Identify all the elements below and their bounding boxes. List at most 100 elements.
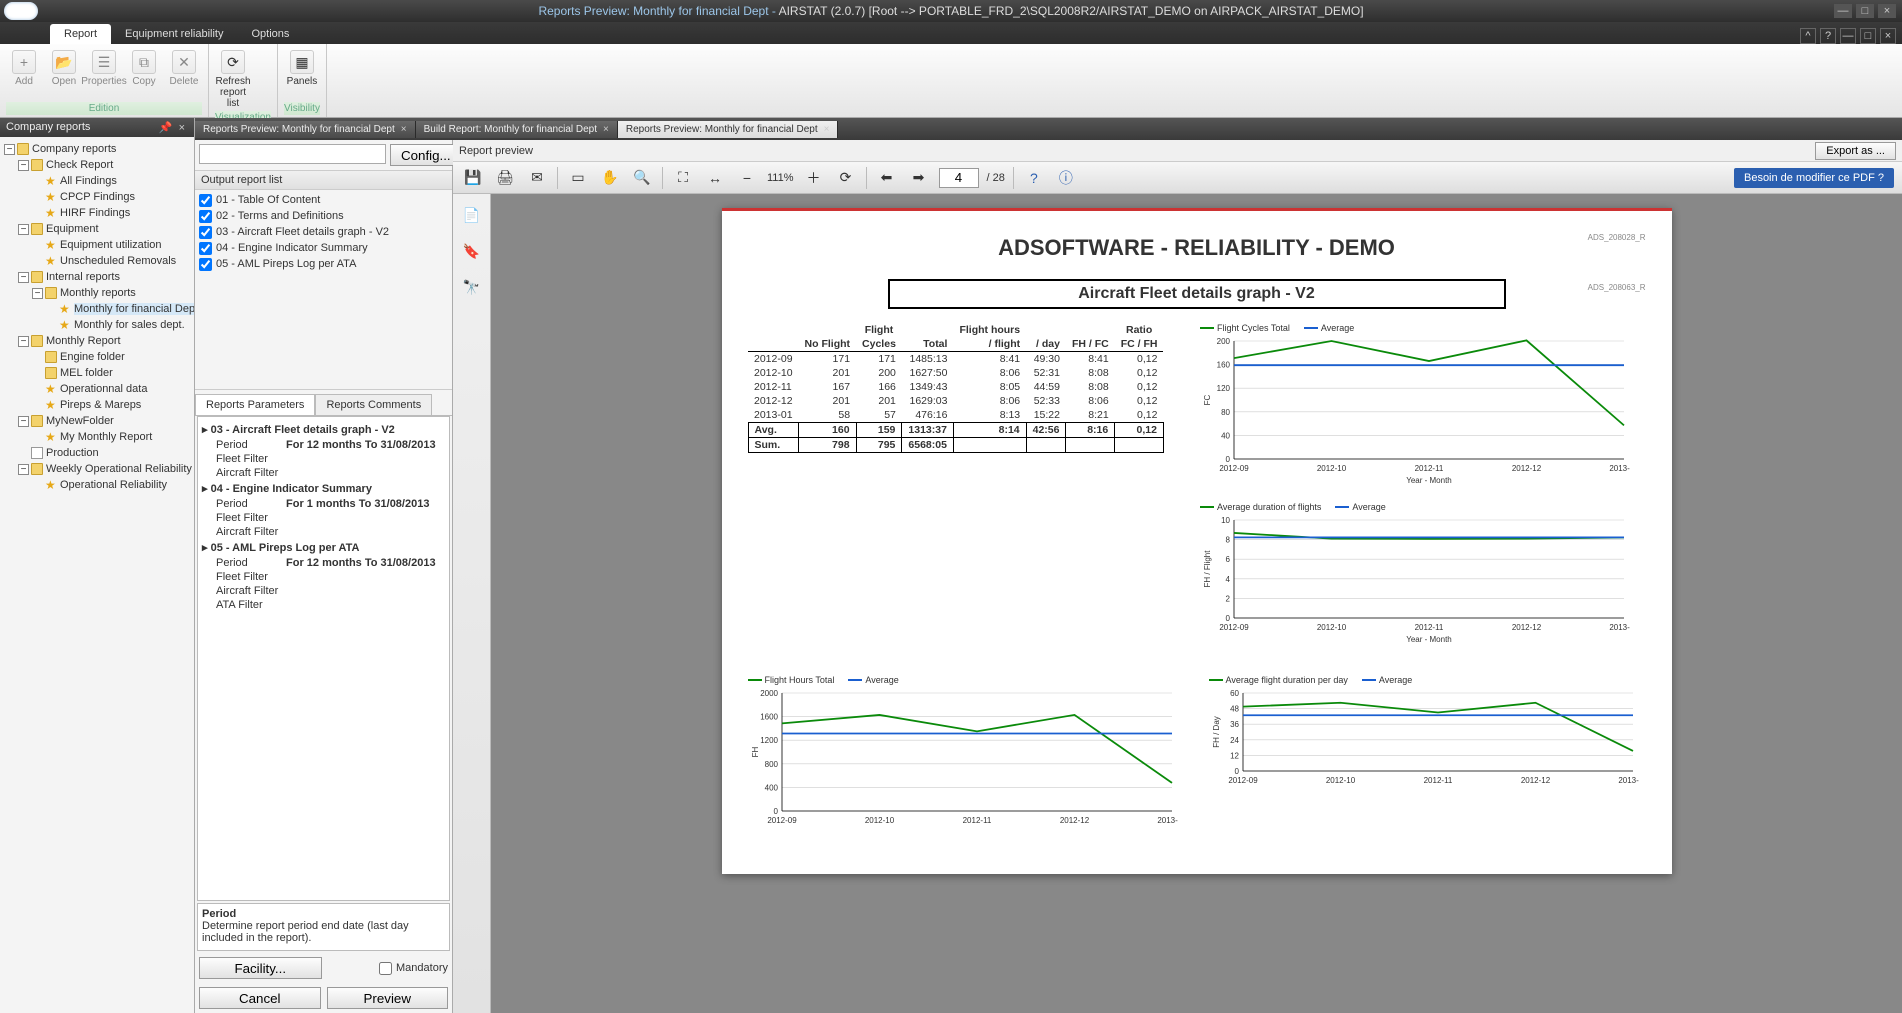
select-icon[interactable]: ▭ xyxy=(566,166,590,190)
tree-toggle-icon[interactable]: − xyxy=(32,288,43,299)
tree-item[interactable]: ★Operational Reliability xyxy=(32,477,192,493)
hand-icon[interactable]: ✋ xyxy=(598,166,622,190)
list-checkbox[interactable] xyxy=(199,226,212,239)
list-checkbox[interactable] xyxy=(199,194,212,207)
fit-page-icon[interactable]: ⛶ xyxy=(671,166,695,190)
tab-close-icon[interactable]: × xyxy=(603,124,609,135)
list-item[interactable]: 03 - Aircraft Fleet details graph - V2 xyxy=(199,224,448,240)
tree-item[interactable]: ★Pireps & Mareps xyxy=(32,397,192,413)
list-item[interactable]: 05 - AML Pireps Log per ATA xyxy=(199,256,448,272)
tree-item[interactable]: ★Monthly for sales dept. xyxy=(46,317,192,333)
param-row[interactable]: PeriodFor 12 months To 31/08/2013 xyxy=(202,556,445,570)
tree-toggle-icon[interactable]: − xyxy=(18,272,29,283)
export-button[interactable]: Export as ... xyxy=(1815,142,1896,160)
param-row[interactable]: PeriodFor 1 months To 31/08/2013 xyxy=(202,497,445,511)
tree-item[interactable]: Engine folder xyxy=(32,349,192,365)
mail-icon[interactable]: ✉ xyxy=(525,166,549,190)
tree-item[interactable]: ★Equipment utilization xyxy=(32,237,192,253)
ribbon-caret-icon[interactable]: ^ xyxy=(1800,28,1816,44)
param-row[interactable]: ATA Filter xyxy=(202,598,445,612)
zoom-in-icon[interactable]: ＋ xyxy=(802,166,826,190)
tree-item[interactable]: Production xyxy=(18,445,192,461)
next-page-icon[interactable]: ➡ xyxy=(907,166,931,190)
tree-item[interactable]: −Company reports−Check Report★All Findin… xyxy=(4,141,192,493)
param-row[interactable]: Fleet Filter xyxy=(202,570,445,584)
copy-button[interactable]: ⧉Copy xyxy=(126,48,162,89)
zoom-out-icon[interactable]: − xyxy=(735,166,759,190)
info-icon[interactable]: ⓘ xyxy=(1054,166,1078,190)
tree-item[interactable]: ★My Monthly Report xyxy=(32,429,192,445)
prev-page-icon[interactable]: ⬅ xyxy=(875,166,899,190)
list-item[interactable]: 01 - Table Of Content xyxy=(199,192,448,208)
panel-pin-icon[interactable]: 📌 xyxy=(156,122,176,134)
param-row[interactable]: Aircraft Filter xyxy=(202,525,445,539)
tree-item[interactable]: ★All Findings xyxy=(32,173,192,189)
parameters-body[interactable]: ▸ 03 - Aircraft Fleet details graph - V2… xyxy=(197,416,450,901)
mandatory-checkbox[interactable] xyxy=(379,962,392,975)
tree-item[interactable]: −Internal reports−Monthly reports★Monthl… xyxy=(18,269,192,333)
refresh-button[interactable]: ⟳Refreshreport list xyxy=(215,48,251,111)
tree-item[interactable]: MEL folder xyxy=(32,365,192,381)
tree-item[interactable]: ★Unscheduled Removals xyxy=(32,253,192,269)
properties-button[interactable]: ☰Properties xyxy=(86,48,122,89)
add-button[interactable]: +Add xyxy=(6,48,42,89)
tree-toggle-icon[interactable]: − xyxy=(18,464,29,475)
tree-item[interactable]: −Check Report★All Findings★CPCP Findings… xyxy=(18,157,192,221)
tree-item[interactable]: −Equipment★Equipment utilization★Unsched… xyxy=(18,221,192,269)
panel-close-icon[interactable]: × xyxy=(176,122,188,134)
app-logo[interactable] xyxy=(4,2,38,20)
bookmarks-icon[interactable]: 🔖 xyxy=(461,240,483,262)
tab-reports-comments[interactable]: Reports Comments xyxy=(315,394,432,415)
doc-tab[interactable]: Build Report: Monthly for financial Dept… xyxy=(416,121,618,138)
param-row[interactable]: Fleet Filter xyxy=(202,511,445,525)
param-section-head[interactable]: ▸ 05 - AML Pireps Log per ATA xyxy=(202,539,445,556)
tab-close-icon[interactable]: × xyxy=(824,124,830,135)
output-report-list[interactable]: 01 - Table Of Content02 - Terms and Defi… xyxy=(195,190,452,390)
tab-reports-parameters[interactable]: Reports Parameters xyxy=(195,394,315,415)
minimize-button[interactable]: — xyxy=(1834,4,1852,18)
cancel-button[interactable]: Cancel xyxy=(199,987,321,1009)
tree-item[interactable]: −Weekly Operational Reliability Report★O… xyxy=(18,461,192,493)
print-icon[interactable]: 🖨 xyxy=(493,166,517,190)
pdf-banner[interactable]: Besoin de modifier ce PDF ? xyxy=(1734,168,1894,188)
reports-tree[interactable]: −Company reports−Check Report★All Findin… xyxy=(0,137,194,1013)
tree-item[interactable]: ★Operationnal data xyxy=(32,381,192,397)
tree-toggle-icon[interactable]: − xyxy=(18,336,29,347)
tree-item[interactable]: −Monthly reports★Monthly for financial D… xyxy=(32,285,192,333)
param-section-head[interactable]: ▸ 03 - Aircraft Fleet details graph - V2 xyxy=(202,421,445,438)
tree-toggle-icon[interactable]: − xyxy=(18,160,29,171)
tree-toggle-icon[interactable]: − xyxy=(4,144,15,155)
rotate-icon[interactable]: ⟳ xyxy=(834,166,858,190)
list-checkbox[interactable] xyxy=(199,258,212,271)
doc-tab[interactable]: Reports Preview: Monthly for financial D… xyxy=(618,121,839,138)
tree-item[interactable]: ★Monthly for financial Dept xyxy=(46,301,192,317)
param-row[interactable]: PeriodFor 12 months To 31/08/2013 xyxy=(202,438,445,452)
list-item[interactable]: 02 - Terms and Definitions xyxy=(199,208,448,224)
tab-equipment-reliability[interactable]: Equipment reliability xyxy=(111,24,237,44)
pages-thumb-icon[interactable]: 📄 xyxy=(461,204,483,226)
tree-toggle-icon[interactable]: − xyxy=(18,224,29,235)
list-item[interactable]: 04 - Engine Indicator Summary xyxy=(199,240,448,256)
tree-item[interactable]: −MyNewFolder★My Monthly Report xyxy=(18,413,192,445)
zoom-tool-icon[interactable]: 🔍 xyxy=(630,166,654,190)
doc-tab[interactable]: Reports Preview: Monthly for financial D… xyxy=(195,121,416,138)
facility-button[interactable]: Facility... xyxy=(199,957,322,979)
help-icon[interactable]: ? xyxy=(1022,166,1046,190)
tree-item[interactable]: ★HIRF Findings xyxy=(32,205,192,221)
inner-close-icon[interactable]: × xyxy=(1880,28,1896,44)
tab-options[interactable]: Options xyxy=(237,24,303,44)
maximize-button[interactable]: □ xyxy=(1856,4,1874,18)
search-binoculars-icon[interactable]: 🔭 xyxy=(461,276,483,298)
tree-toggle-icon[interactable]: − xyxy=(18,416,29,427)
save-icon[interactable]: 💾 xyxy=(461,166,485,190)
inner-restore-icon[interactable]: □ xyxy=(1860,28,1876,44)
tree-item[interactable]: −Monthly ReportEngine folderMEL folder★O… xyxy=(18,333,192,413)
param-row[interactable]: Fleet Filter xyxy=(202,452,445,466)
list-checkbox[interactable] xyxy=(199,242,212,255)
param-row[interactable]: Aircraft Filter xyxy=(202,466,445,480)
tree-item[interactable]: ★CPCP Findings xyxy=(32,189,192,205)
close-button[interactable]: × xyxy=(1878,4,1896,18)
ribbon-help-icon[interactable]: ? xyxy=(1820,28,1836,44)
list-checkbox[interactable] xyxy=(199,210,212,223)
inner-minimize-icon[interactable]: — xyxy=(1840,28,1856,44)
